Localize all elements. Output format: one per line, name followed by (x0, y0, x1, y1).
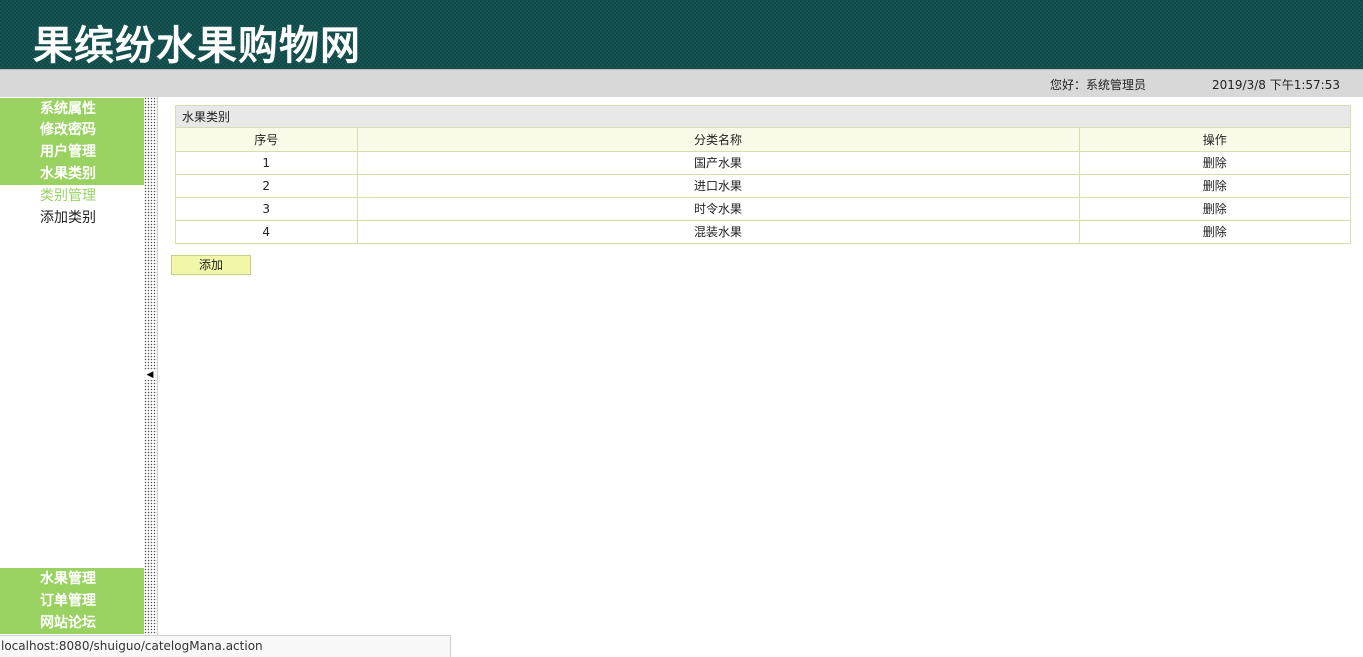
panel-title: 水果类别 (176, 106, 1350, 128)
menu-fruit-management[interactable]: 水果管理 (0, 568, 144, 590)
add-button[interactable]: 添加 (171, 255, 251, 275)
datetime-text: 2019/3/8 下午1:57:53 (1212, 78, 1340, 92)
cell-no: 3 (176, 196, 358, 221)
cell-no: 1 (176, 150, 358, 175)
greeting-text: 您好：系统管理员 (1050, 78, 1147, 92)
cell-name: 国产水果 (356, 150, 1080, 175)
delete-link[interactable]: 删除 (1078, 219, 1350, 244)
delete-link[interactable]: 删除 (1078, 150, 1350, 175)
menu-order-management[interactable]: 订单管理 (0, 590, 144, 612)
link-category-management[interactable]: 类别管理 (40, 185, 96, 207)
caret-left-icon[interactable]: ◀ (145, 370, 155, 380)
table-row: 3 时令水果 删除 (176, 196, 1350, 221)
menu-site-forum[interactable]: 网站论坛 (0, 612, 144, 634)
column-header-no: 序号 (176, 128, 358, 152)
sidebar: 系统属性 修改密码 用户管理 水果类别 类别管理 添加类别 水果管理 订单管理 … (0, 97, 144, 635)
menu-fruit-category[interactable]: 水果类别 (0, 163, 144, 185)
cell-no: 4 (176, 219, 358, 244)
cell-name: 时令水果 (356, 196, 1080, 221)
table-row: 1 国产水果 删除 (176, 150, 1350, 175)
table-header-row: 序号 分类名称 操作 (176, 128, 1350, 152)
column-header-action: 操作 (1078, 128, 1350, 152)
menu-system-properties[interactable]: 系统属性 (0, 98, 144, 120)
table-row: 2 进口水果 删除 (176, 173, 1350, 198)
column-header-name: 分类名称 (356, 128, 1080, 152)
cell-name: 进口水果 (356, 173, 1080, 198)
delete-link[interactable]: 删除 (1078, 173, 1350, 198)
cell-name: 混装水果 (356, 219, 1080, 244)
delete-link[interactable]: 删除 (1078, 196, 1350, 221)
category-table: 序号 分类名称 操作 1 国产水果 删除 2 进口水果 删除 3 时令水果 删除… (176, 128, 1350, 244)
info-bar: 您好：系统管理员 2019/3/8 下午1:57:53 (0, 69, 1363, 97)
category-panel: 水果类别 序号 分类名称 操作 1 国产水果 删除 2 进口水果 删除 3 时令… (175, 105, 1351, 244)
table-row: 4 混装水果 删除 (176, 219, 1350, 244)
menu-change-password[interactable]: 修改密码 (0, 119, 144, 141)
site-title: 果缤纷水果购物网 (33, 23, 361, 69)
status-bar-url: localhost:8080/shuiguo/catelogMana.actio… (0, 635, 451, 657)
link-add-category[interactable]: 添加类别 (40, 207, 96, 229)
cell-no: 2 (176, 173, 358, 198)
site-header: 果缤纷水果购物网 (0, 0, 1363, 69)
menu-user-management[interactable]: 用户管理 (0, 141, 144, 163)
